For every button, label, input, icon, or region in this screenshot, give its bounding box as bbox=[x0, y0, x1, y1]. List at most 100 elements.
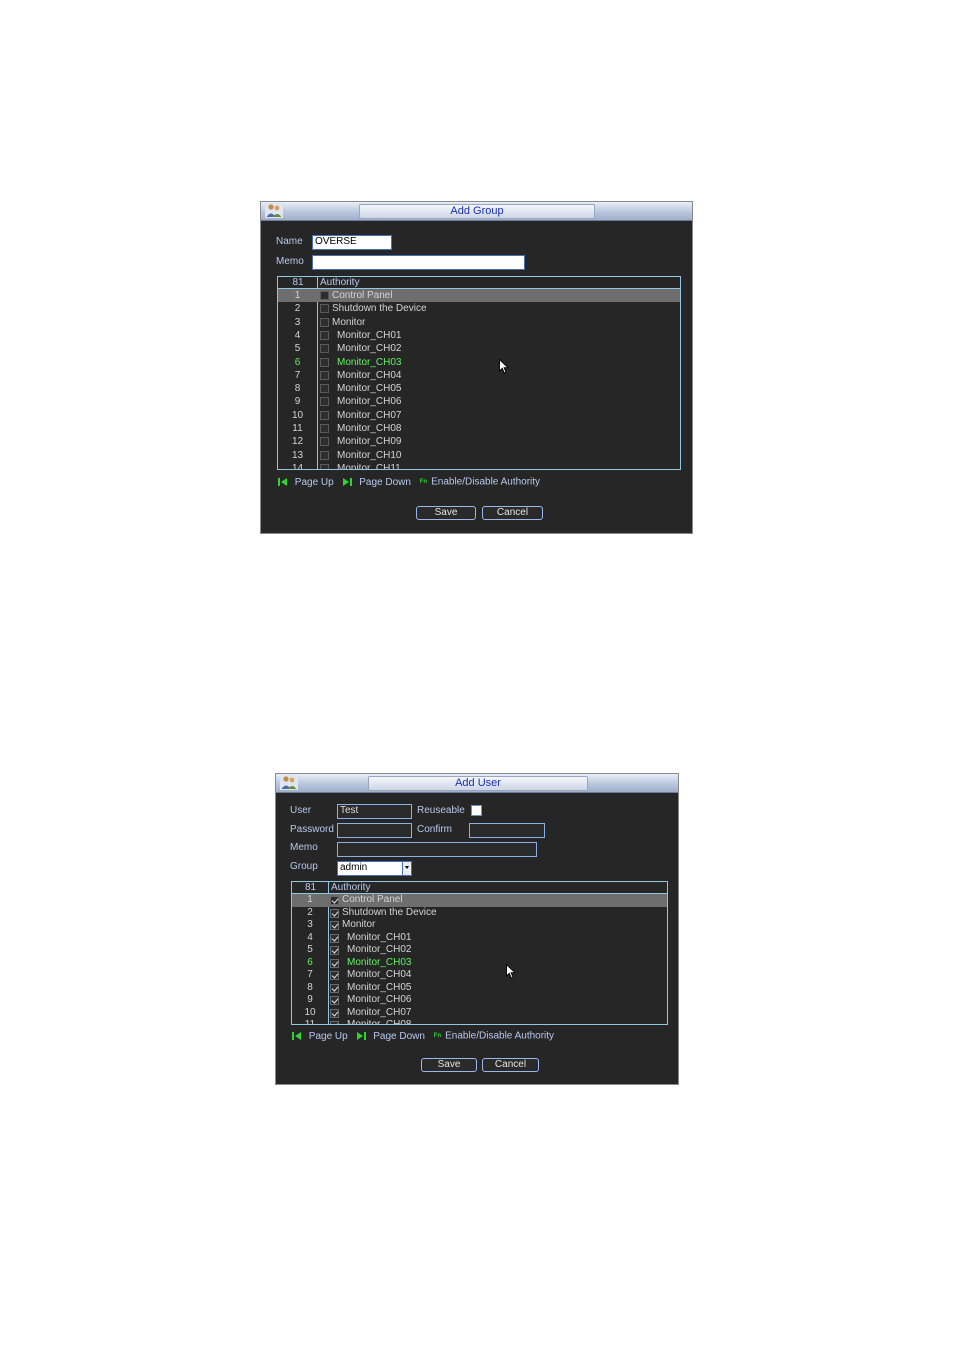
authority-checkbox[interactable] bbox=[320, 344, 329, 354]
row-number: 9 bbox=[307, 994, 313, 1005]
memo-label: Memo bbox=[290, 842, 318, 853]
name-input[interactable]: OVERSE bbox=[312, 235, 392, 250]
row-number: 6 bbox=[307, 956, 313, 968]
list-item[interactable]: 5 Monitor_CH02 bbox=[278, 342, 680, 355]
list-item[interactable]: 11 Monitor_CH08 bbox=[292, 1019, 667, 1024]
authority-checkbox[interactable] bbox=[330, 946, 339, 955]
authority-checkbox[interactable] bbox=[320, 463, 329, 469]
row-number: 3 bbox=[307, 919, 313, 930]
list-item[interactable]: 6 Monitor_CH03 bbox=[292, 957, 667, 970]
authority-checkbox[interactable] bbox=[330, 1008, 339, 1018]
row-number: 13 bbox=[291, 449, 304, 461]
authority-checkbox[interactable] bbox=[320, 424, 329, 433]
authority-checkbox[interactable] bbox=[320, 397, 329, 407]
list-item[interactable]: 1 Control Panel bbox=[292, 894, 667, 907]
authority-checkbox[interactable] bbox=[320, 450, 329, 460]
authority-checkbox[interactable] bbox=[330, 1021, 339, 1024]
authority-list[interactable]: 81 Authority 1 Control Panel 2 Shutdown the… bbox=[291, 881, 668, 1025]
list-item[interactable]: 1 Control Panel bbox=[278, 289, 680, 303]
authority-checkbox[interactable] bbox=[320, 330, 329, 340]
title-strip: Add Group bbox=[359, 204, 595, 219]
list-item[interactable]: 3 Monitor bbox=[278, 316, 680, 329]
cancel-button[interactable]: Cancel bbox=[482, 506, 543, 520]
authority-checkbox[interactable] bbox=[330, 958, 339, 968]
authority-checkbox[interactable] bbox=[320, 410, 329, 420]
authority-checkbox[interactable] bbox=[330, 933, 339, 943]
authority-checkbox[interactable] bbox=[330, 983, 339, 993]
authority-checkbox[interactable] bbox=[320, 317, 329, 327]
fn-key-icon: Fn bbox=[419, 479, 428, 485]
authority-checkbox[interactable] bbox=[320, 370, 329, 380]
key-legend: Page Up Page Down Fn Enable/Disable Autho… bbox=[292, 1030, 554, 1043]
row-number: 3 bbox=[294, 316, 301, 328]
list-item[interactable]: 4 Monitor_CH01 bbox=[292, 932, 667, 945]
list-item[interactable]: 9 Monitor_CH06 bbox=[292, 994, 667, 1007]
list-item[interactable]: 12 Monitor_CH09 bbox=[278, 435, 680, 448]
authority-checkbox[interactable] bbox=[320, 437, 329, 447]
memo-input[interactable] bbox=[337, 842, 537, 857]
list-item[interactable]: 10 Monitor_CH07 bbox=[292, 1007, 667, 1020]
authority-checkbox[interactable] bbox=[320, 384, 329, 394]
list-item[interactable]: 11 Monitor_CH08 bbox=[278, 422, 680, 435]
fn-key-icon: Fn bbox=[433, 1033, 442, 1039]
list-item[interactable]: 5 Monitor_CH02 bbox=[292, 944, 667, 957]
row-number: 2 bbox=[307, 906, 313, 918]
list-item[interactable]: 2 Shutdown the Device bbox=[278, 302, 680, 315]
authority-checkbox[interactable] bbox=[320, 304, 329, 314]
authority-column-header: Authority bbox=[331, 882, 371, 893]
authority-checkbox[interactable] bbox=[330, 921, 339, 930]
row-number: 4 bbox=[307, 931, 313, 943]
save-button[interactable]: Save bbox=[416, 506, 476, 520]
user-input[interactable]: Test bbox=[337, 804, 412, 819]
password-input[interactable] bbox=[337, 823, 412, 838]
reuseable-label: Reuseable bbox=[417, 805, 465, 816]
list-item[interactable]: 9 Monitor_CH06 bbox=[278, 395, 680, 408]
row-number: 9 bbox=[294, 396, 301, 408]
authority-checkbox[interactable] bbox=[330, 908, 339, 918]
authority-label: Monitor_CH11 bbox=[337, 462, 401, 470]
list-item[interactable]: 2 Shutdown the Device bbox=[292, 907, 667, 920]
memo-label: Memo bbox=[276, 256, 304, 267]
authority-checkbox[interactable] bbox=[330, 896, 339, 905]
row-number: 12 bbox=[291, 436, 304, 448]
skip-back-icon bbox=[278, 478, 287, 486]
authority-label: Monitor_CH06 bbox=[337, 396, 402, 408]
save-button[interactable]: Save bbox=[421, 1058, 477, 1072]
title-strip: Add User bbox=[368, 776, 588, 791]
group-select[interactable]: admin bbox=[337, 861, 412, 876]
list-item[interactable]: 8 Monitor_CH05 bbox=[292, 982, 667, 995]
authority-label: Monitor_CH10 bbox=[337, 449, 402, 461]
list-item[interactable]: 13 Monitor_CH10 bbox=[278, 449, 680, 462]
list-item[interactable]: 10 Monitor_CH07 bbox=[278, 409, 680, 422]
authority-checkbox[interactable] bbox=[320, 291, 329, 300]
list-item[interactable]: 14 Monitor_CH11 bbox=[278, 462, 680, 470]
list-item[interactable]: 7 Monitor_CH04 bbox=[278, 369, 680, 382]
authority-label: Monitor_CH09 bbox=[337, 436, 402, 448]
authority-label: Monitor_CH05 bbox=[347, 981, 412, 993]
page-down-label: Page Down bbox=[359, 476, 411, 488]
list-item[interactable]: 4 Monitor_CH01 bbox=[278, 329, 680, 342]
password-label: Password bbox=[290, 824, 334, 835]
cancel-button[interactable]: Cancel bbox=[482, 1058, 539, 1072]
list-item[interactable]: 7 Monitor_CH04 bbox=[292, 969, 667, 982]
authority-list[interactable]: 81 Authority 1 Control Panel 2 Shutdown the… bbox=[277, 276, 681, 470]
chevron-down-icon[interactable] bbox=[402, 862, 411, 875]
authority-label: Shutdown the Device bbox=[342, 906, 437, 918]
authority-checkbox[interactable] bbox=[330, 971, 339, 980]
row-number: 2 bbox=[294, 303, 301, 315]
toggle-authority-label: Enable/Disable Authority bbox=[431, 476, 541, 488]
authority-checkbox[interactable] bbox=[320, 357, 329, 367]
list-item[interactable]: 8 Monitor_CH05 bbox=[278, 382, 680, 395]
authority-label: Shutdown the Device bbox=[332, 303, 427, 315]
toggle-authority-label: Enable/Disable Authority bbox=[445, 1030, 555, 1042]
memo-input[interactable] bbox=[312, 255, 525, 270]
reuseable-checkbox[interactable] bbox=[471, 805, 482, 816]
confirm-input[interactable] bbox=[469, 823, 545, 838]
group-label: Group bbox=[290, 861, 318, 872]
authority-label: Monitor_CH02 bbox=[347, 944, 412, 955]
list-item[interactable]: 6 Monitor_CH03 bbox=[278, 356, 680, 369]
authority-checkbox[interactable] bbox=[330, 996, 339, 1005]
authority-label: Monitor_CH03 bbox=[347, 956, 412, 968]
list-item[interactable]: 3 Monitor bbox=[292, 919, 667, 932]
authority-label: Monitor bbox=[342, 919, 376, 930]
